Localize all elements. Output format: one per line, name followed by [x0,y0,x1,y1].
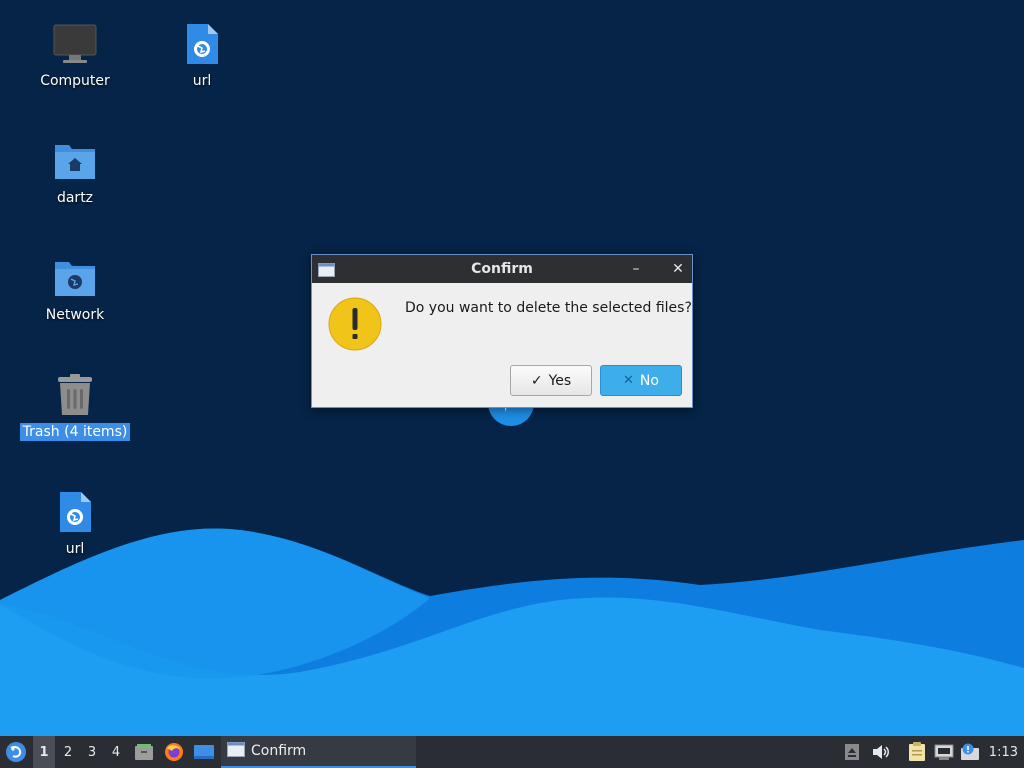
desktop-icon-dartz[interactable]: dartz [20,137,130,207]
cross-icon: ✕ [623,373,634,388]
yes-button-label: Yes [548,372,572,389]
no-button-label: No [639,372,659,389]
volume-icon[interactable] [870,736,892,768]
show-desktop-icon[interactable] [192,736,216,768]
dialog-message: Do you want to delete the selected files… [405,300,692,316]
taskbar: 1 2 3 4 Confirm 1:13 [0,736,1024,768]
desktop-icon-trash[interactable]: Trash (4 items) [19,371,131,441]
trash-icon [51,371,99,419]
dialog-titlebar[interactable]: Confirm – ✕ [312,255,692,283]
workspace-3-button[interactable]: 3 [81,736,103,768]
desktop-icon-label: url [65,541,85,557]
no-button[interactable]: ✕ No [600,365,682,396]
file-manager-icon[interactable] [133,736,155,768]
desktop-icon-label: Trash (4 items) [19,423,131,441]
desktop-icon-url-top[interactable]: url [147,20,257,90]
taskbar-task-confirm[interactable]: Confirm [221,736,416,768]
desktop-icon-url-bottom[interactable]: url [20,488,130,558]
clipboard-icon[interactable] [906,736,928,768]
network-icon[interactable] [933,736,955,768]
warning-icon [328,297,382,351]
desktop-icon-label: url [192,73,212,89]
network-folder-icon [51,254,99,302]
minimize-button[interactable]: – [626,259,646,279]
dialog-body: Do you want to delete the selected files… [312,283,692,407]
workspace-2-button[interactable]: 2 [57,736,79,768]
web-file-icon [51,488,99,536]
workspace-4-button[interactable]: 4 [105,736,127,768]
update-notifier-icon[interactable] [959,736,981,768]
window-icon [227,741,245,761]
yes-button[interactable]: ✓ Yes [510,365,592,396]
desktop-icon-label: Computer [40,73,110,89]
start-menu-button[interactable] [2,736,30,768]
clock[interactable]: 1:13 [989,736,1018,768]
home-folder-icon [51,137,99,185]
close-button[interactable]: ✕ [668,259,688,279]
checkmark-icon: ✓ [530,372,543,389]
monitor-icon [51,20,99,68]
desktop-icon-computer[interactable]: Computer [20,20,130,90]
desktop-icon-label: dartz [56,190,94,206]
workspace-1-button[interactable]: 1 [33,736,55,768]
web-file-icon [178,20,226,68]
firefox-icon[interactable] [163,736,185,768]
lxqt-logo-icon [6,742,26,762]
eject-icon[interactable] [843,736,861,768]
task-label: Confirm [251,743,307,759]
confirm-dialog: Confirm – ✕ Do you want to delete the se… [311,254,693,408]
desktop-icon-network[interactable]: Network [20,254,130,324]
desktop-icon-label: Network [45,307,105,323]
